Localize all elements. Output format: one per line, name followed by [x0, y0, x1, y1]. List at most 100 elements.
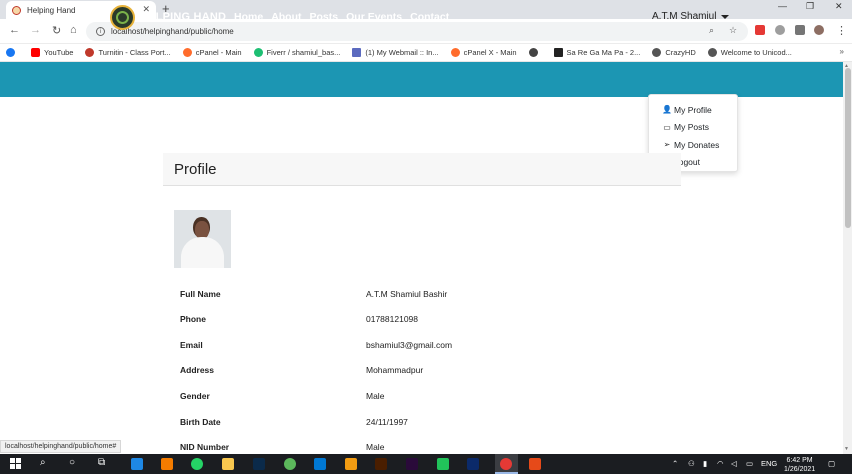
caret-down-icon — [721, 14, 730, 19]
edge-icon[interactable] — [131, 458, 143, 470]
window-close-icon[interactable]: ✕ — [835, 1, 843, 12]
sublime-text-icon[interactable] — [345, 458, 357, 470]
photoshop-icon[interactable] — [253, 458, 265, 470]
windows-taskbar: ⌕ ○ ⧉ ⌃ ⚇ ▮ ◠ ◁ ▭ ENG 6:42 PM 1/26/2021 … — [0, 454, 852, 474]
utorrent-icon[interactable] — [284, 458, 296, 470]
back-arrow-icon[interactable]: ← — [9, 24, 20, 36]
tray-chevron-up-icon[interactable]: ⌃ — [672, 459, 678, 468]
more-bookmarks-icon[interactable]: » — [840, 47, 844, 56]
user-name: A.T.M Shamiul — [652, 11, 717, 22]
bookmark-crazyhd[interactable]: CrazyHD — [652, 48, 696, 57]
zoom-icon[interactable]: ⌕ — [709, 25, 714, 36]
bookmark-saregamapa[interactable]: Sa Re Ga Ma Pa - 2... — [553, 48, 640, 57]
site-logo-icon[interactable] — [110, 5, 135, 30]
home-icon[interactable]: ⌂ — [70, 24, 77, 36]
bookmarks-bar: YouTube Turnitin - Class Port... cPanel … — [0, 44, 852, 62]
recorder-icon[interactable] — [529, 458, 541, 470]
profile-avatar-icon[interactable] — [814, 25, 824, 35]
info-icon[interactable]: i — [96, 27, 105, 36]
menu-item-my-donates[interactable]: ➢ My Donates — [649, 136, 737, 154]
camtasia-icon[interactable] — [437, 458, 449, 470]
field-label: NID Number — [180, 442, 230, 452]
saregamapa-icon — [553, 48, 563, 57]
volume-icon[interactable]: ◁ — [731, 459, 737, 468]
battery-icon[interactable]: ▭ — [746, 459, 753, 468]
globe-icon — [528, 48, 538, 57]
bookmark-webmail[interactable]: (1) My Webmail :: In... — [352, 48, 439, 57]
globe-extension-icon[interactable] — [775, 25, 785, 35]
page-title: Profile — [174, 161, 217, 178]
cortana-icon[interactable]: ○ — [69, 457, 75, 468]
language-indicator[interactable]: ENG — [761, 459, 777, 468]
field-value: 01788121098 — [366, 314, 419, 324]
bookmark-star-icon[interactable]: ☆ — [729, 25, 737, 36]
xampp-icon[interactable] — [161, 458, 173, 470]
task-view-icon[interactable]: ⧉ — [98, 457, 105, 468]
microphone-icon[interactable]: ▮ — [703, 459, 707, 468]
youtube-extension-icon[interactable] — [755, 25, 765, 35]
nav-our-events[interactable]: Our Events — [346, 11, 402, 23]
scrollbar-thumb[interactable] — [845, 68, 851, 228]
globe-icon — [652, 48, 662, 57]
webmail-icon — [352, 48, 362, 57]
youtube-icon — [31, 48, 40, 57]
bookmark-fiverr[interactable]: Fiverr / shamiul_bas... — [253, 48, 340, 57]
menu-item-my-posts[interactable]: ▭ My Posts — [649, 119, 737, 137]
chrome-icon[interactable] — [500, 458, 512, 470]
bookmark-globe[interactable] — [528, 48, 542, 57]
field-label: Gender — [180, 391, 210, 401]
wifi-icon[interactable]: ◠ — [717, 459, 724, 468]
search-icon[interactable]: ⌕ — [40, 457, 46, 468]
nav-posts[interactable]: Posts — [310, 11, 339, 23]
field-value: Mohammadpur — [366, 365, 424, 375]
maximize-icon[interactable]: ❐ — [806, 1, 814, 12]
url-text: localhost/helpinghand/public/home — [111, 27, 234, 36]
field-label: Birth Date — [180, 417, 221, 427]
notifications-icon[interactable]: ▢ — [828, 459, 835, 468]
illustrator-icon[interactable] — [375, 458, 387, 470]
clock-date: 1/26/2021 — [784, 466, 816, 473]
scroll-down-arrow-icon[interactable]: ▼ — [844, 446, 849, 452]
vscode-icon[interactable] — [314, 458, 326, 470]
bookmark-turnitin[interactable]: Turnitin - Class Port... — [85, 48, 171, 57]
user-menu-toggle[interactable]: A.T.M Shamiul — [652, 11, 730, 22]
people-icon[interactable]: ⚇ — [688, 459, 695, 468]
browser-menu-icon[interactable]: ⋮ — [836, 24, 847, 37]
bookmark-cpanel[interactable]: cPanel - Main — [182, 48, 242, 57]
field-value: Male — [366, 391, 385, 401]
fiverr-icon — [253, 48, 263, 57]
field-value: Male — [366, 442, 385, 452]
tab-title: Helping Hand — [27, 5, 76, 15]
nav-contact[interactable]: Contact — [410, 11, 449, 23]
menu-item-my-profile[interactable]: 👤 My Profile — [649, 101, 737, 119]
paper-plane-icon: ➢ — [663, 140, 671, 150]
windows-start-icon[interactable] — [10, 458, 21, 469]
bookmark-unicode[interactable]: Welcome to Unicod... — [707, 48, 792, 57]
premiere-icon[interactable] — [406, 458, 418, 470]
field-value: bshamiul3@gmail.com — [366, 340, 453, 350]
site-favicon-icon — [12, 5, 21, 15]
nav-about[interactable]: About — [271, 11, 301, 23]
link-status-bar: localhost/helpinghand/public/home# — [0, 440, 122, 453]
file-explorer-icon[interactable] — [222, 458, 234, 470]
bookmark-youtube[interactable]: YouTube — [31, 48, 73, 57]
address-bar[interactable]: i localhost/helpinghand/public/home ⌕ ☆ — [86, 22, 748, 41]
site-brand[interactable]: HELPING HAND — [140, 11, 226, 23]
minimize-icon[interactable]: — — [778, 1, 787, 11]
field-label: Full Name — [180, 289, 221, 299]
forward-arrow-icon[interactable]: → — [30, 24, 41, 36]
photoshop-icon[interactable] — [467, 458, 479, 470]
scroll-up-arrow-icon[interactable]: ▲ — [844, 63, 849, 69]
field-label: Address — [180, 365, 215, 375]
nav-home[interactable]: Home — [234, 11, 263, 23]
extensions-puzzle-icon[interactable] — [795, 25, 805, 35]
field-label: Phone — [180, 314, 206, 324]
system-clock[interactable]: 6:42 PM 1/26/2021 — [784, 456, 815, 474]
whatsapp-icon[interactable] — [191, 458, 203, 470]
profile-card-header: Profile — [163, 153, 681, 186]
bookmark-facebook[interactable] — [6, 48, 19, 57]
field-value: 24/11/1997 — [366, 417, 408, 427]
profile-photo — [174, 210, 231, 268]
reload-icon[interactable]: ↻ — [52, 24, 61, 37]
bookmark-cpanel-x[interactable]: cPanel X - Main — [450, 48, 517, 57]
